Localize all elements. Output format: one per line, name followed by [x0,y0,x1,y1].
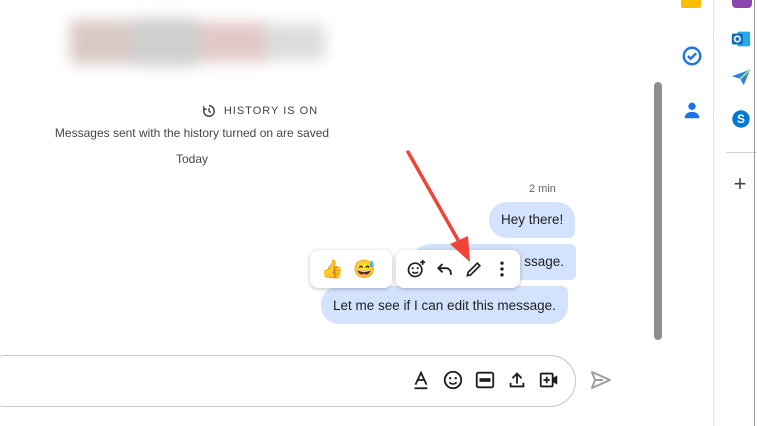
app-edge-panel: S [714,0,757,426]
keep-icon[interactable] [681,0,701,8]
edge-divider [726,152,757,153]
add-icon[interactable]: + [726,172,754,196]
history-title: HISTORY IS ON [223,105,319,117]
message-bubble[interactable]: Let me see if I can edit this message. [321,286,568,324]
quick-reactions-bar: 👍 😅 [310,250,392,288]
reply-icon[interactable] [435,259,455,279]
chat-scrollbar[interactable] [654,82,662,340]
skype-icon[interactable]: S [730,108,752,130]
upload-icon[interactable] [506,369,528,391]
history-icon [202,105,215,117]
edit-pencil-icon[interactable] [464,259,484,279]
add-reaction-icon[interactable] [406,259,426,279]
emoji-icon[interactable] [442,369,464,391]
text-format-icon[interactable] [410,369,432,391]
more-vert-icon[interactable] [492,259,512,279]
window-right-border [754,0,755,426]
message-bubble[interactable]: Hey there! [489,202,576,238]
message-timestamp: 2 min [529,183,556,195]
side-panel-rail [670,0,714,426]
gif-icon[interactable] [474,369,496,391]
date-divider: Today [175,152,209,166]
app-icon[interactable] [732,0,752,8]
blurred-contact-header [60,12,340,72]
tasks-icon[interactable] [681,45,703,67]
message-actions-bar [396,250,520,288]
svg-text:S: S [737,112,745,126]
history-status: HISTORY IS ON [0,104,520,118]
history-subtitle: Messages sent with the history turned on… [54,126,330,140]
outlook-icon[interactable] [730,28,752,50]
contacts-icon[interactable] [681,99,703,121]
sweat-smile-emoji[interactable]: 😅 [353,258,375,280]
send-app-icon[interactable] [730,66,752,88]
send-icon[interactable] [589,368,613,392]
video-call-icon[interactable] [538,369,560,391]
thumbs-up-emoji[interactable]: 👍 [321,258,343,280]
